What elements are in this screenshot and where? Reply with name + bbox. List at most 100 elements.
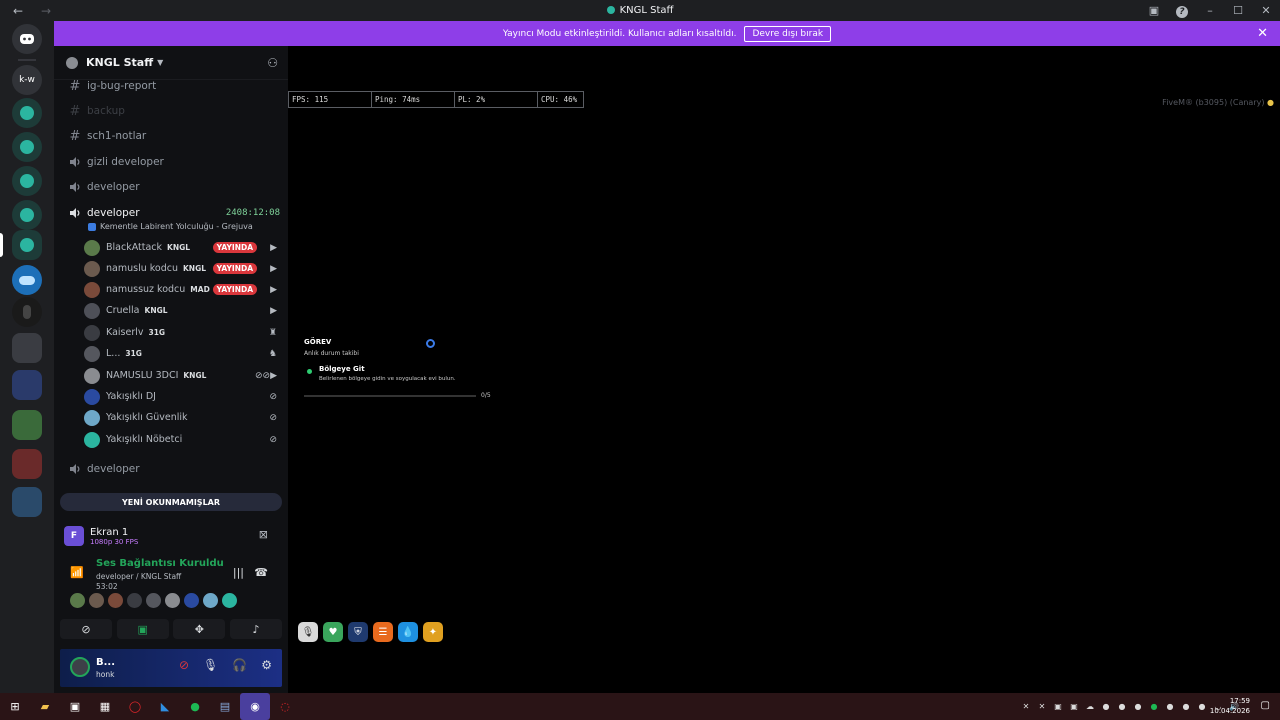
fps-readout: FPS: 115 (289, 92, 372, 107)
server-folder-5[interactable] (12, 487, 42, 517)
noise-suppression-icon[interactable]: ||| (233, 566, 244, 579)
streamer-mode-banner: Yayıncı Modu etkinleştirildi. Kullanıcı … (54, 21, 1280, 46)
voice-user[interactable]: Cruella KNGL ▶ (84, 300, 279, 321)
tray-icon[interactable]: ● (1100, 701, 1112, 713)
user-name: Kaiserlv (106, 327, 144, 338)
settings-gear-icon[interactable]: ⚙ (261, 658, 272, 672)
user-name: namuslu kodcu (106, 263, 178, 274)
voice-user[interactable]: L... 31G ♞ (84, 343, 279, 364)
notification-center-icon[interactable]: ▢ (1261, 700, 1270, 711)
tray-icon[interactable]: ✕ (1020, 701, 1032, 713)
server-icon-staff[interactable] (12, 230, 42, 260)
stream-title: Ekran 1 (90, 526, 129, 538)
tray-icon[interactable]: ● (1148, 701, 1160, 713)
speaker-icon (66, 157, 84, 167)
user-avatar[interactable] (70, 657, 90, 677)
tray-icon[interactable]: ▣ (1052, 701, 1064, 713)
discord-home-icon[interactable] (12, 24, 42, 54)
server-icon-mulakat[interactable] (12, 200, 42, 230)
mic-off-icon: ⊘ (269, 391, 277, 402)
channel-ig-bug-report[interactable]: # ig-bug-report (66, 75, 280, 97)
camera-off-icon[interactable]: ⊘ (179, 658, 189, 672)
tray-icon[interactable]: ▣ (1068, 701, 1080, 713)
screen-share-button[interactable]: ▣ (116, 619, 169, 639)
tray-icon[interactable]: ● (1132, 701, 1144, 713)
file-explorer-icon[interactable]: ▰ (30, 693, 60, 720)
disable-streamer-mode-button[interactable]: Devre dışı bırak (744, 25, 832, 42)
new-unreads-button[interactable]: YENİ OKUNMAMIŞLAR (60, 493, 282, 511)
fivem-taskbar-icon[interactable]: ◌ (270, 693, 300, 720)
app-icon-2[interactable]: ▦ (90, 693, 120, 720)
dm-k-w[interactable]: k-w (12, 65, 42, 95)
voice-status[interactable]: Ses Bağlantısı Kuruldu (96, 558, 224, 569)
voice-user[interactable]: NAMUSLU 3DCI KNGL ⊘⊘▶ (84, 365, 279, 386)
objective-description: Belirlenen bölgeye gidin ve soygulacak e… (319, 376, 456, 382)
invite-people-icon[interactable]: ⚇ (267, 56, 278, 70)
server-folder-2[interactable] (12, 370, 42, 400)
user-name: namussuz kodcu (106, 284, 186, 295)
voice-channel-gizli-developer[interactable]: gizli developer (66, 151, 280, 173)
voice-user[interactable]: namussuz kodcu MAD YAYINDA ▶ (84, 279, 279, 300)
close-banner-icon[interactable]: ✕ (1257, 26, 1268, 41)
channel-name: developer (87, 181, 140, 193)
tray-icon[interactable]: ● (1196, 701, 1208, 713)
avatar (84, 409, 100, 426)
user-name[interactable]: B... (96, 657, 115, 668)
headphones-icon[interactable]: 🎧 (232, 658, 247, 672)
activities-button[interactable]: ✥ (173, 619, 226, 639)
voice-user[interactable]: Kaiserlv 31G ♜ (84, 322, 279, 343)
camera-icon: ▶ (270, 305, 277, 316)
minimize-icon[interactable]: – (1196, 4, 1224, 17)
disconnect-icon[interactable]: ☎ (254, 566, 268, 579)
server-folder-3[interactable] (12, 410, 42, 440)
voice-user[interactable]: Yakışıklı DJ ⊘ (84, 386, 279, 407)
start-menu-icon[interactable]: ⊞ (0, 693, 30, 720)
soundboard-button[interactable]: ♪ (229, 619, 282, 639)
tray-icon[interactable]: ☁ (1084, 701, 1096, 713)
stop-stream-icon[interactable]: ⊠ (259, 528, 268, 541)
inbox-icon[interactable]: ▣ (1140, 4, 1168, 17)
voice-user[interactable]: Yakışıklı Güvenlik ⊘ (84, 407, 279, 428)
tray-icon[interactable]: ● (1180, 701, 1192, 713)
server-icon-logs[interactable] (12, 166, 42, 196)
back-arrow-icon[interactable]: ← (0, 4, 36, 18)
server-folder-1[interactable] (12, 333, 42, 363)
maximize-icon[interactable]: ☐ (1224, 4, 1252, 17)
avatar (203, 593, 218, 608)
taskbar-clock[interactable]: 17:59 10.04.2026 (1210, 696, 1250, 716)
channel-sch1-notlar[interactable]: # sch1-notlar (66, 125, 280, 147)
forward-arrow-icon[interactable]: → (36, 4, 56, 18)
app-icon-1[interactable]: ▣ (60, 693, 90, 720)
voice-user[interactable]: namuslu kodcu KNGL YAYINDA ▶ (84, 258, 279, 279)
channel-backup[interactable]: # backup (66, 100, 280, 122)
server-icon-1[interactable] (12, 98, 42, 128)
terminal-icon[interactable]: ▤ (210, 693, 240, 720)
tray-icon[interactable]: ● (1116, 701, 1128, 713)
tray-icon[interactable]: ✕ (1036, 701, 1048, 713)
close-window-icon[interactable]: ✕ (1252, 4, 1280, 17)
microphone-icon[interactable]: 🎙 (203, 658, 218, 672)
voice-channel-developer-2[interactable]: developer (66, 458, 280, 480)
voice-actions: ⊘ ▣ ✥ ♪ (60, 619, 282, 641)
screen: ← → KNGL Staff ▣ ? – ☐ ✕ k-w Yayıncı Mod… (0, 0, 1280, 720)
opera-icon[interactable]: ◯ (120, 693, 150, 720)
voice-channel-developer-active[interactable]: developer 2408:12:08 (66, 202, 280, 224)
user-tag: KNGL (144, 306, 168, 315)
signal-icon[interactable]: 📶 (70, 566, 84, 579)
server-folder-4[interactable] (12, 449, 42, 479)
discord-taskbar-icon[interactable]: ◉ (240, 693, 270, 720)
cloud-server-icon[interactable] (12, 265, 42, 295)
spotify-icon[interactable]: ● (180, 693, 210, 720)
voice-channel-developer[interactable]: developer (66, 176, 280, 198)
stream-badge: F (64, 526, 84, 546)
voice-user[interactable]: Yakışıklı Nöbetci ⊘ (84, 429, 279, 450)
server-icon-dark[interactable] (12, 297, 42, 327)
mission-header: GÖREV (304, 338, 332, 346)
help-icon[interactable]: ? (1168, 4, 1196, 18)
vscode-icon[interactable]: ◣ (150, 693, 180, 720)
camera-off-button[interactable]: ⊘ (60, 619, 112, 639)
voice-user[interactable]: BlackAttack KNGL YAYINDA ▶ (84, 237, 279, 258)
server-icon-wiki[interactable] (12, 132, 42, 162)
tray-icon[interactable]: ● (1164, 701, 1176, 713)
channel-activity[interactable]: Kementle Labirent Yolculuğu - Grejuva (88, 222, 253, 231)
